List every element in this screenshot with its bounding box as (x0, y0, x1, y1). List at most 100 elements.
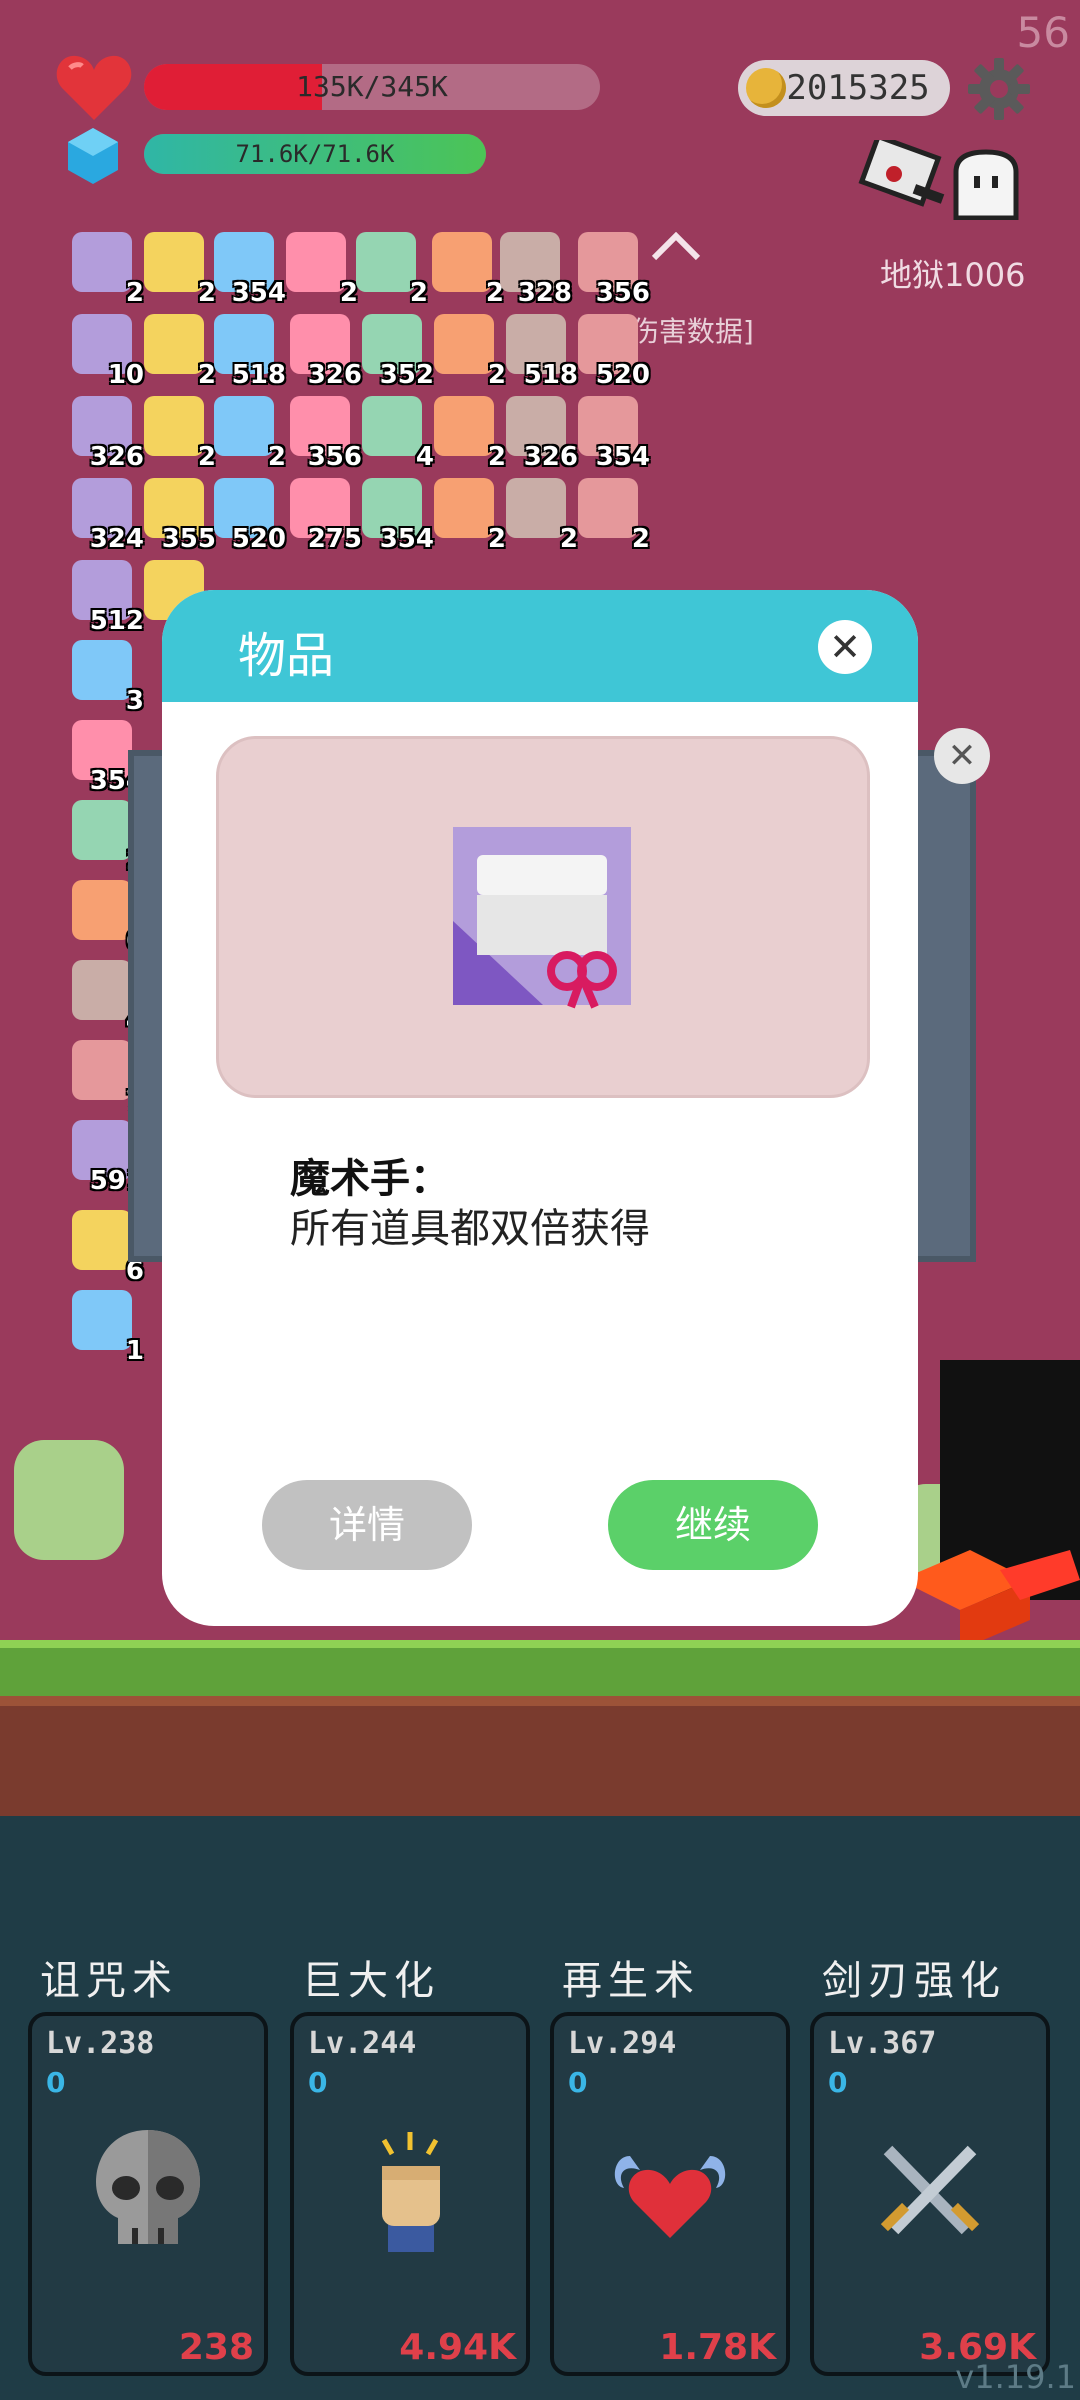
inventory-item[interactable]: 520 (578, 314, 650, 390)
item-count: 512 (89, 606, 144, 636)
chevron-up-icon[interactable] (650, 232, 702, 262)
ghost-icon[interactable] (950, 148, 1022, 220)
inventory-item[interactable]: 354 (214, 232, 286, 308)
inventory-item[interactable]: 591 (72, 1120, 144, 1196)
background-close-button[interactable]: ✕ (934, 728, 990, 784)
skill-cost: 1.78K (659, 2327, 776, 2368)
inventory-item[interactable]: 2 (434, 314, 506, 390)
inventory-item[interactable]: 2 (356, 232, 428, 308)
inventory-item[interactable]: 3 (72, 640, 144, 716)
skill-name-regen: 再生术 (562, 1958, 700, 2004)
inventory-item[interactable]: 324 (72, 478, 144, 554)
inventory-item[interactable]: 518 (214, 314, 286, 390)
heart-icon (56, 55, 132, 120)
item-count: 355 (161, 524, 216, 554)
inventory-item[interactable]: 2 (72, 800, 144, 876)
skill-value: 0 (46, 2066, 66, 2099)
inventory-item[interactable]: 6 (72, 1210, 144, 1286)
item-count: 326 (307, 360, 362, 390)
item-count: 4 (415, 442, 434, 472)
magic-hand-item-icon (453, 827, 631, 1009)
inventory-item[interactable]: 2 (72, 232, 144, 308)
inventory-item[interactable]: 2 (506, 478, 578, 554)
item-count: 2 (559, 524, 578, 554)
skill-name-blade: 剑刃强化 (822, 1958, 1006, 2004)
stage-label: 地狱1006 (880, 256, 1026, 294)
item-count: 2 (631, 524, 650, 554)
item-count: 518 (231, 360, 286, 390)
inventory-item[interactable]: 520 (214, 478, 286, 554)
inventory-item[interactable]: 326 (290, 314, 362, 390)
hp-bar: 135K/345K (144, 64, 600, 110)
cleaver-boss-icon[interactable] (856, 140, 956, 212)
inventory-item[interactable]: 352 (362, 314, 434, 390)
inventory-item[interactable]: 326 (72, 396, 144, 472)
inventory-item[interactable]: 1 (72, 1290, 144, 1366)
inventory-item[interactable]: 2 (434, 478, 506, 554)
inventory-item[interactable]: 354 (72, 720, 144, 796)
inventory-item[interactable]: 355 (144, 478, 216, 554)
item-count: 275 (307, 524, 362, 554)
modal-header: 物品 ✕ (162, 590, 918, 702)
inventory-item[interactable]: 2 (434, 396, 506, 472)
skill-card-curse[interactable]: Lv.238 0 238 (28, 2012, 268, 2376)
gear-icon[interactable] (968, 58, 1030, 120)
dirt-ground (0, 1696, 1080, 1826)
inventory-item[interactable]: 7 (72, 1040, 144, 1116)
skill-level: Lv.367 (828, 2026, 937, 2061)
skill-name-curse: 诅咒术 (40, 1958, 178, 2004)
modal-title: 物品 (238, 628, 335, 684)
inventory-item[interactable]: 2 (578, 478, 650, 554)
item-count: 352 (379, 360, 434, 390)
grass-ground (0, 1640, 1080, 1704)
hp-text: 135K/345K (296, 70, 448, 103)
shield-text: 71.6K/71.6K (235, 140, 395, 168)
inventory-item[interactable]: 275 (290, 478, 362, 554)
item-count: 518 (523, 360, 578, 390)
item-count: 324 (89, 524, 144, 554)
skill-level: Lv.294 (568, 2026, 677, 2061)
inventory-item[interactable]: 326 (506, 396, 578, 472)
skill-card-giant[interactable]: Lv.244 0 4.94K (290, 2012, 530, 2376)
inventory-item[interactable]: 2 (144, 396, 216, 472)
item-count: 10 (107, 360, 144, 390)
inventory-item[interactable]: 4 (362, 396, 434, 472)
item-count: 354 (379, 524, 434, 554)
skill-card-regen[interactable]: Lv.294 0 1.78K (550, 2012, 790, 2376)
inventory-item[interactable]: 518 (506, 314, 578, 390)
inventory-item[interactable]: 2 (286, 232, 358, 308)
damage-data-link[interactable]: [伤害数据] (620, 310, 754, 350)
item-count: 2 (267, 442, 286, 472)
inventory-item[interactable]: 2 (144, 232, 216, 308)
inventory-item[interactable]: 2 (144, 314, 216, 390)
inventory-item[interactable]: 2 (214, 396, 286, 472)
inventory-item[interactable]: 512 (72, 560, 144, 636)
inventory-item[interactable]: 6 (72, 880, 144, 956)
skill-card-blade[interactable]: Lv.367 0 3.69K (810, 2012, 1050, 2376)
item-count: 2 (409, 278, 428, 308)
item-modal: 物品 ✕ 魔术手： 所有道具都双倍获得 详情 继续 (162, 590, 918, 1626)
inventory-item[interactable]: 2 (432, 232, 504, 308)
continue-button[interactable]: 继续 (608, 1480, 818, 1570)
coin-counter: 2015325 (738, 60, 950, 116)
item-count: 520 (231, 524, 286, 554)
inventory-item[interactable]: 328 (500, 232, 572, 308)
item-count: 520 (595, 360, 650, 390)
item-count: 356 (307, 442, 362, 472)
item-count: 2 (487, 442, 506, 472)
close-button[interactable]: ✕ (818, 620, 872, 674)
fist-icon (381, 2132, 440, 2252)
inventory-item[interactable]: 354 (362, 478, 434, 554)
inventory-item[interactable]: 10 (72, 314, 144, 390)
inventory-item[interactable]: 4 (72, 960, 144, 1036)
item-count: 326 (89, 442, 144, 472)
item-count: 2 (487, 524, 506, 554)
item-count: 354 (231, 278, 286, 308)
details-button[interactable]: 详情 (262, 1480, 472, 1570)
inventory-item[interactable]: 356 (290, 396, 362, 472)
inventory-item[interactable]: 356 (578, 232, 650, 308)
coin-amount: 2015325 (786, 68, 930, 108)
inventory-item[interactable]: 354 (578, 396, 650, 472)
item-count: 354 (595, 442, 650, 472)
skill-value: 0 (568, 2066, 588, 2099)
